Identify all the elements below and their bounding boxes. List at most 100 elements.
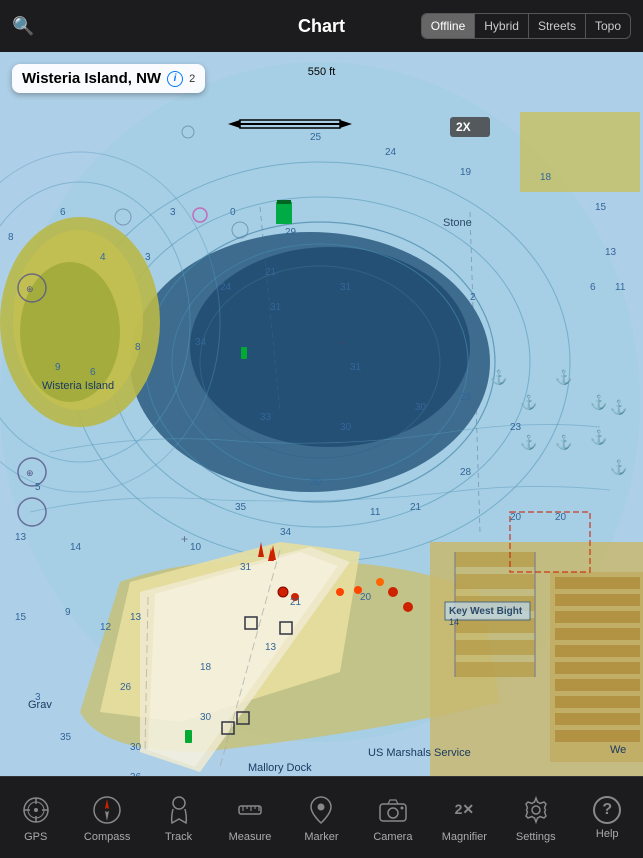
- depth-number: 3: [170, 207, 176, 218]
- topo-button[interactable]: Topo: [586, 14, 630, 38]
- toolbar-gps[interactable]: GPS: [0, 787, 71, 849]
- svg-text:+: +: [181, 532, 188, 546]
- depth-number: 30: [200, 712, 211, 723]
- toolbar-help[interactable]: ? Help: [572, 790, 643, 846]
- depth-number: 31: [270, 302, 281, 313]
- hybrid-button[interactable]: Hybrid: [475, 14, 529, 38]
- depth-number: 31: [340, 282, 351, 293]
- depth-number: 30: [310, 477, 321, 488]
- marker-label: Marker: [304, 831, 338, 843]
- depth-number: 20: [510, 512, 521, 523]
- depth-number: 33: [260, 412, 271, 423]
- depth-number: 13: [265, 642, 276, 653]
- depth-number: 20: [360, 592, 371, 603]
- depth-number: 35: [60, 732, 71, 743]
- toolbar: GPS Compass Track: [0, 776, 643, 858]
- scale-bar: 550 ft: [308, 66, 336, 80]
- page-title: Chart: [298, 16, 345, 37]
- depth-number: 23: [510, 422, 521, 433]
- svg-text:⚓: ⚓: [610, 459, 627, 476]
- toolbar-magnifier[interactable]: 2✕ Magnifier: [429, 787, 500, 849]
- svg-text:⚓: ⚓: [590, 394, 607, 411]
- depth-number: 30: [340, 422, 351, 433]
- measure-label: Measure: [229, 831, 272, 843]
- map-label-grav: Grav: [28, 699, 52, 711]
- depth-number: 31: [240, 562, 251, 573]
- map-label-we: We: [610, 744, 626, 756]
- magnifier-label: Magnifier: [442, 831, 487, 843]
- svg-text:⚓: ⚓: [520, 394, 537, 411]
- depth-number: 3: [145, 252, 151, 263]
- depth-number: 34: [280, 527, 291, 538]
- svg-text:⚓: ⚓: [520, 434, 537, 451]
- depth-number: 13: [15, 532, 26, 543]
- location-label[interactable]: Wisteria Island, NW i 2: [12, 64, 205, 93]
- toolbar-camera[interactable]: Camera: [357, 787, 428, 849]
- toolbar-compass[interactable]: Compass: [71, 787, 142, 849]
- svg-text:⊕: ⊕: [26, 468, 34, 478]
- depth-number: 28: [460, 467, 471, 478]
- header: 🔍 Chart Offline Hybrid Streets Topo: [0, 0, 643, 52]
- compass-icon: [90, 793, 124, 827]
- svg-text:+: +: [338, 336, 345, 350]
- scale-label: 550 ft: [308, 66, 336, 78]
- depth-number: 24: [385, 147, 396, 158]
- settings-icon: [519, 793, 553, 827]
- depth-number: 30: [415, 402, 426, 413]
- depth-number: 15: [595, 202, 606, 213]
- svg-text:Key West Bight: Key West Bight: [449, 606, 523, 617]
- streets-button[interactable]: Streets: [529, 14, 586, 38]
- depth-number: 5: [35, 482, 41, 493]
- camera-label: Camera: [373, 831, 412, 843]
- depth-number: 18: [200, 662, 211, 673]
- svg-text:⊕: ⊕: [26, 284, 34, 294]
- map-label-wisteria: Wisteria Island: [42, 380, 114, 392]
- toolbar-marker[interactable]: Marker: [286, 787, 357, 849]
- toolbar-measure[interactable]: Measure: [214, 787, 285, 849]
- settings-label: Settings: [516, 831, 556, 843]
- depth-number: 29: [285, 227, 296, 238]
- depth-number: 18: [540, 172, 551, 183]
- depth-number: 2: [470, 292, 476, 303]
- depth-number: 21: [265, 267, 276, 278]
- gps-label: GPS: [24, 831, 47, 843]
- depth-number: 9: [65, 607, 71, 618]
- depth-number: 34: [195, 337, 206, 348]
- map-type-selector: Offline Hybrid Streets Topo: [421, 13, 631, 39]
- depth-number: 11: [615, 282, 625, 293]
- map-label-us-marshals: US Marshals Service: [368, 747, 471, 759]
- depth-number: 10: [190, 542, 201, 553]
- toolbar-track[interactable]: Track: [143, 787, 214, 849]
- depth-number: 24: [220, 282, 231, 293]
- depth-number: 21: [410, 502, 421, 513]
- marker-icon: [304, 793, 338, 827]
- search-icon[interactable]: 🔍: [12, 16, 34, 37]
- camera-icon: [376, 793, 410, 827]
- compass-label: Compass: [84, 831, 130, 843]
- depth-number: 26: [120, 682, 131, 693]
- map-label-stone: Stone: [443, 217, 472, 229]
- toolbar-settings[interactable]: Settings: [500, 787, 571, 849]
- depth-number: 6: [90, 367, 96, 378]
- help-label: Help: [596, 828, 619, 840]
- offline-button[interactable]: Offline: [422, 14, 475, 38]
- depth-number: 35: [235, 502, 246, 513]
- svg-text:⚓: ⚓: [490, 369, 507, 386]
- depth-number: 30: [130, 742, 141, 753]
- depth-number: 13: [130, 612, 141, 623]
- depth-number: 0: [230, 207, 236, 218]
- track-icon: [162, 793, 196, 827]
- map-label-mallory: Mallory Dock: [248, 762, 312, 774]
- depth-number: 9: [55, 362, 61, 373]
- depth-numbers: 8630252419181513116439685131415912335302…: [0, 52, 643, 776]
- location-name: Wisteria Island, NW: [22, 70, 161, 87]
- track-label: Track: [165, 831, 192, 843]
- depth-number: 15: [15, 612, 26, 623]
- gps-icon: [19, 793, 53, 827]
- depth-number: 13: [605, 247, 616, 258]
- depth-number: 19: [460, 167, 471, 178]
- depth-number: 20: [555, 512, 566, 523]
- info-icon[interactable]: i: [167, 71, 183, 87]
- magnifier-icon: 2✕: [447, 793, 481, 827]
- map-container[interactable]: ⚓ ⚓ ⚓ ⚓ ⚓ ⚓ ⚓ ⚓ ⚓ ⊕ ⊕ +: [0, 52, 643, 776]
